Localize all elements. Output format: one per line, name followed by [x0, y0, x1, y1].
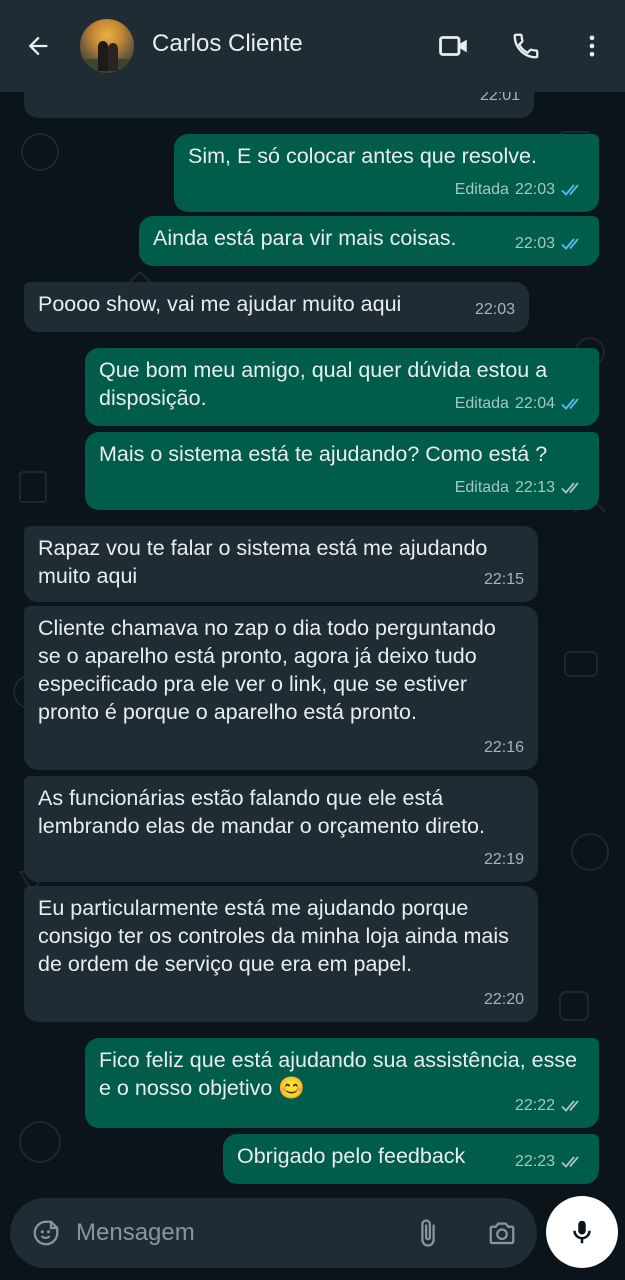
more-vertical-icon	[589, 35, 595, 57]
read-ticks-icon	[561, 396, 585, 412]
message-text: Sim, E só colocar antes que resolve.	[188, 144, 537, 168]
read-ticks-icon	[561, 182, 585, 198]
outgoing-message[interactable]: Mais o sistema está te ajudando? Como es…	[85, 432, 599, 510]
message-text: As funcionárias estão falando que ele es…	[38, 786, 485, 838]
message-meta: Editada 22:03	[455, 176, 585, 204]
chat-header: Carlos Cliente	[0, 0, 625, 92]
message-time: 22:19	[483, 851, 524, 868]
video-call-button[interactable]	[434, 26, 474, 66]
delivered-ticks-icon	[561, 1098, 585, 1114]
incoming-message[interactable]: Poooo show, vai me ajudar muito aqui 22:0…	[24, 282, 529, 332]
delivered-ticks-icon	[561, 1154, 585, 1170]
message-meta: 22:22	[515, 1092, 585, 1120]
message-meta: 22:20	[484, 986, 524, 1014]
video-camera-icon	[439, 36, 467, 56]
message-time: 22:03	[514, 235, 555, 252]
message-text: Eu particularmente está me ajudando porq…	[38, 896, 509, 976]
outgoing-message[interactable]: Que bom meu amigo, qual quer dúvida esto…	[85, 348, 599, 426]
message-meta: Editada 22:04	[455, 390, 585, 418]
more-options-button[interactable]	[572, 26, 612, 66]
message-composer	[10, 1198, 537, 1268]
delivered-ticks-icon	[561, 480, 585, 496]
sticker-smiley-icon	[33, 1220, 59, 1246]
read-ticks-icon	[561, 236, 585, 252]
incoming-message[interactable]: Cliente chamava no zap o dia todo pergun…	[24, 606, 538, 770]
voice-message-button[interactable]	[546, 1196, 618, 1268]
message-time: 22:13	[514, 479, 555, 496]
message-time: 22:04	[514, 395, 555, 412]
emoji-button[interactable]	[28, 1215, 64, 1251]
message-text: Poooo show, vai me ajudar muito aqui	[38, 292, 402, 316]
incoming-message[interactable]: As funcionárias estão falando que ele es…	[24, 776, 538, 882]
message-meta: 22:16	[484, 734, 524, 762]
edited-label: Editada	[454, 479, 509, 496]
message-meta: 22:03	[515, 230, 585, 258]
voice-call-button[interactable]	[506, 26, 546, 66]
attach-button[interactable]	[410, 1215, 446, 1251]
outgoing-message[interactable]: Obrigado pelo feedback 22:23	[223, 1134, 599, 1184]
message-text: Mais o sistema está te ajudando? Como es…	[99, 442, 548, 466]
message-list[interactable]: show de bola, não sabia que fazia isso22…	[0, 92, 625, 1192]
phone-icon	[513, 33, 539, 59]
message-meta: 22:03	[475, 296, 515, 324]
message-meta: 22:23	[515, 1148, 585, 1176]
outgoing-message[interactable]: Sim, E só colocar antes que resolve. Edit…	[174, 134, 599, 212]
camera-button[interactable]	[482, 1215, 522, 1251]
message-time: 22:01	[479, 92, 520, 104]
message-meta: Editada 22:13	[455, 474, 585, 502]
message-time: 22:22	[514, 1097, 555, 1114]
microphone-icon	[573, 1220, 591, 1244]
message-time: 22:03	[514, 181, 555, 198]
incoming-message[interactable]: Rapaz vou te falar o sistema está me aju…	[24, 526, 538, 602]
back-button[interactable]	[18, 24, 58, 68]
outgoing-message[interactable]: Ainda está para vir mais coisas. 22:03	[139, 216, 599, 266]
message-text: Cliente chamava no zap o dia todo pergun…	[38, 616, 496, 724]
message-time: 22:20	[483, 991, 524, 1008]
camera-icon	[489, 1222, 515, 1245]
message-text: Rapaz vou te falar o sistema está me aju…	[38, 536, 488, 588]
avatar[interactable]	[80, 19, 134, 73]
message-meta: 22:15	[484, 566, 524, 594]
arrow-back-icon	[28, 36, 48, 56]
edited-label: Editada	[454, 395, 509, 412]
message-meta: 22:19	[484, 846, 524, 874]
message-time: 22:23	[514, 1153, 555, 1170]
paperclip-icon	[421, 1219, 435, 1247]
incoming-message[interactable]: Eu particularmente está me ajudando porq…	[24, 886, 538, 1022]
message-text: Fico feliz que está ajudando sua assistê…	[99, 1048, 578, 1100]
message-meta: 22:01	[480, 92, 520, 110]
contact-name[interactable]: Carlos Cliente	[152, 30, 303, 58]
message-time: 22:03	[474, 301, 515, 318]
outgoing-message[interactable]: Fico feliz que está ajudando sua assistê…	[85, 1038, 599, 1128]
incoming-message[interactable]: show de bola, não sabia que fazia isso22…	[24, 92, 534, 118]
message-input[interactable]	[76, 1212, 396, 1254]
edited-label: Editada	[454, 181, 509, 198]
message-time: 22:16	[483, 739, 524, 756]
message-time: 22:15	[483, 571, 524, 588]
